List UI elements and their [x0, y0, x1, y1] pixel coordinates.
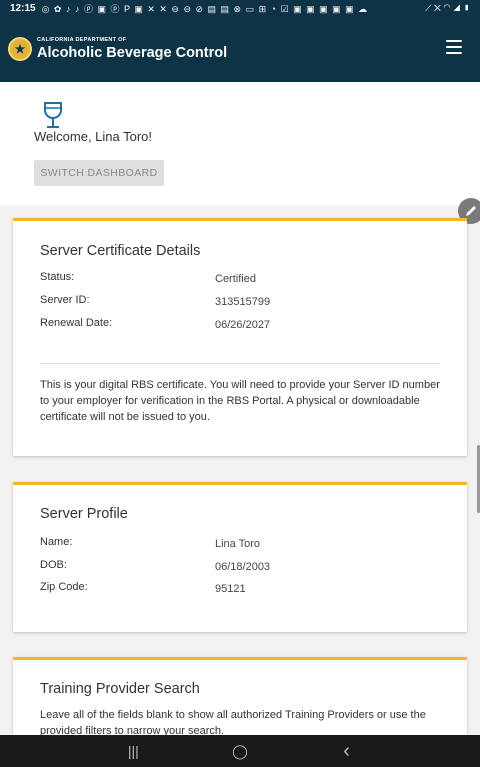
renewal-date-label: Renewal Date:: [40, 317, 113, 329]
renewal-date-value: 06/26/2027: [215, 319, 271, 331]
zip-code-label: Zip Code:: [40, 581, 88, 593]
server-id-value: 313515799: [215, 296, 271, 308]
certificate-card: Server Certificate Details Status: Certi…: [13, 218, 467, 456]
welcome-greeting: Welcome, Lina Toro!: [34, 129, 153, 144]
status-bar: 12:15 ◎ ✿ ♪ ♪ ⓟ ▣ ⓟ P ▣ ✕ ✕ ⊖ ⊖ ⊘ ▤ ▤ ⊗ …: [0, 0, 480, 16]
notification-icons: ◎ ✿ ♪ ♪ ⓟ ▣ ⓟ P ▣ ✕ ✕ ⊖ ⊖ ⊘ ▤ ▤ ⊗ ▭ ⊞ ◔ …: [41, 3, 369, 14]
menu-icon[interactable]: [446, 40, 462, 54]
certificate-divider: [40, 363, 440, 364]
name-value: Lina Toro: [215, 538, 261, 550]
status-time: 12:15: [10, 2, 36, 14]
certificate-note: This is your digital RBS certificate. Yo…: [40, 379, 440, 423]
name-label: Name:: [40, 536, 73, 548]
training-title: Training Provider Search: [40, 681, 200, 697]
status-label: Status:: [40, 271, 75, 283]
dob-label: DOB:: [40, 559, 67, 571]
switch-dashboard-button[interactable]: SWITCH DASHBOARD: [34, 160, 164, 186]
app-title: Alcoholic Beverage Control: [37, 45, 228, 61]
home-button[interactable]: ◯: [225, 743, 255, 760]
certificate-title: Server Certificate Details: [40, 243, 201, 259]
welcome-section: Welcome, Lina Toro! SWITCH DASHBOARD: [0, 82, 480, 206]
abc-seal-icon: ★: [8, 37, 32, 61]
recents-button[interactable]: |||: [118, 743, 148, 759]
android-nav-bar: ||| ◯ ‹: [0, 735, 480, 767]
wine-glass-icon: [44, 102, 62, 128]
app-header: ★ CALIFORNIA DEPARTMENT OF Alcoholic Bev…: [0, 16, 480, 82]
server-id-label: Server ID:: [40, 294, 90, 306]
profile-title: Server Profile: [40, 506, 128, 522]
back-button[interactable]: ‹: [332, 740, 362, 763]
profile-card: Server Profile Name: Lina Toro DOB: 06/1…: [13, 482, 467, 632]
status-value: Certified: [215, 273, 256, 285]
brand-logo[interactable]: CALIFORNIA DEPARTMENT OF Alcoholic Bever…: [37, 37, 227, 61]
training-card: Training Provider Search Leave all of th…: [13, 657, 467, 747]
dept-label: CALIFORNIA DEPARTMENT OF: [37, 37, 127, 43]
dob-value: 06/18/2003: [215, 561, 271, 573]
system-icons: ⟋ ✕ ◠ ◢ ▮: [425, 2, 470, 13]
zip-code-value: 95121: [215, 583, 246, 595]
